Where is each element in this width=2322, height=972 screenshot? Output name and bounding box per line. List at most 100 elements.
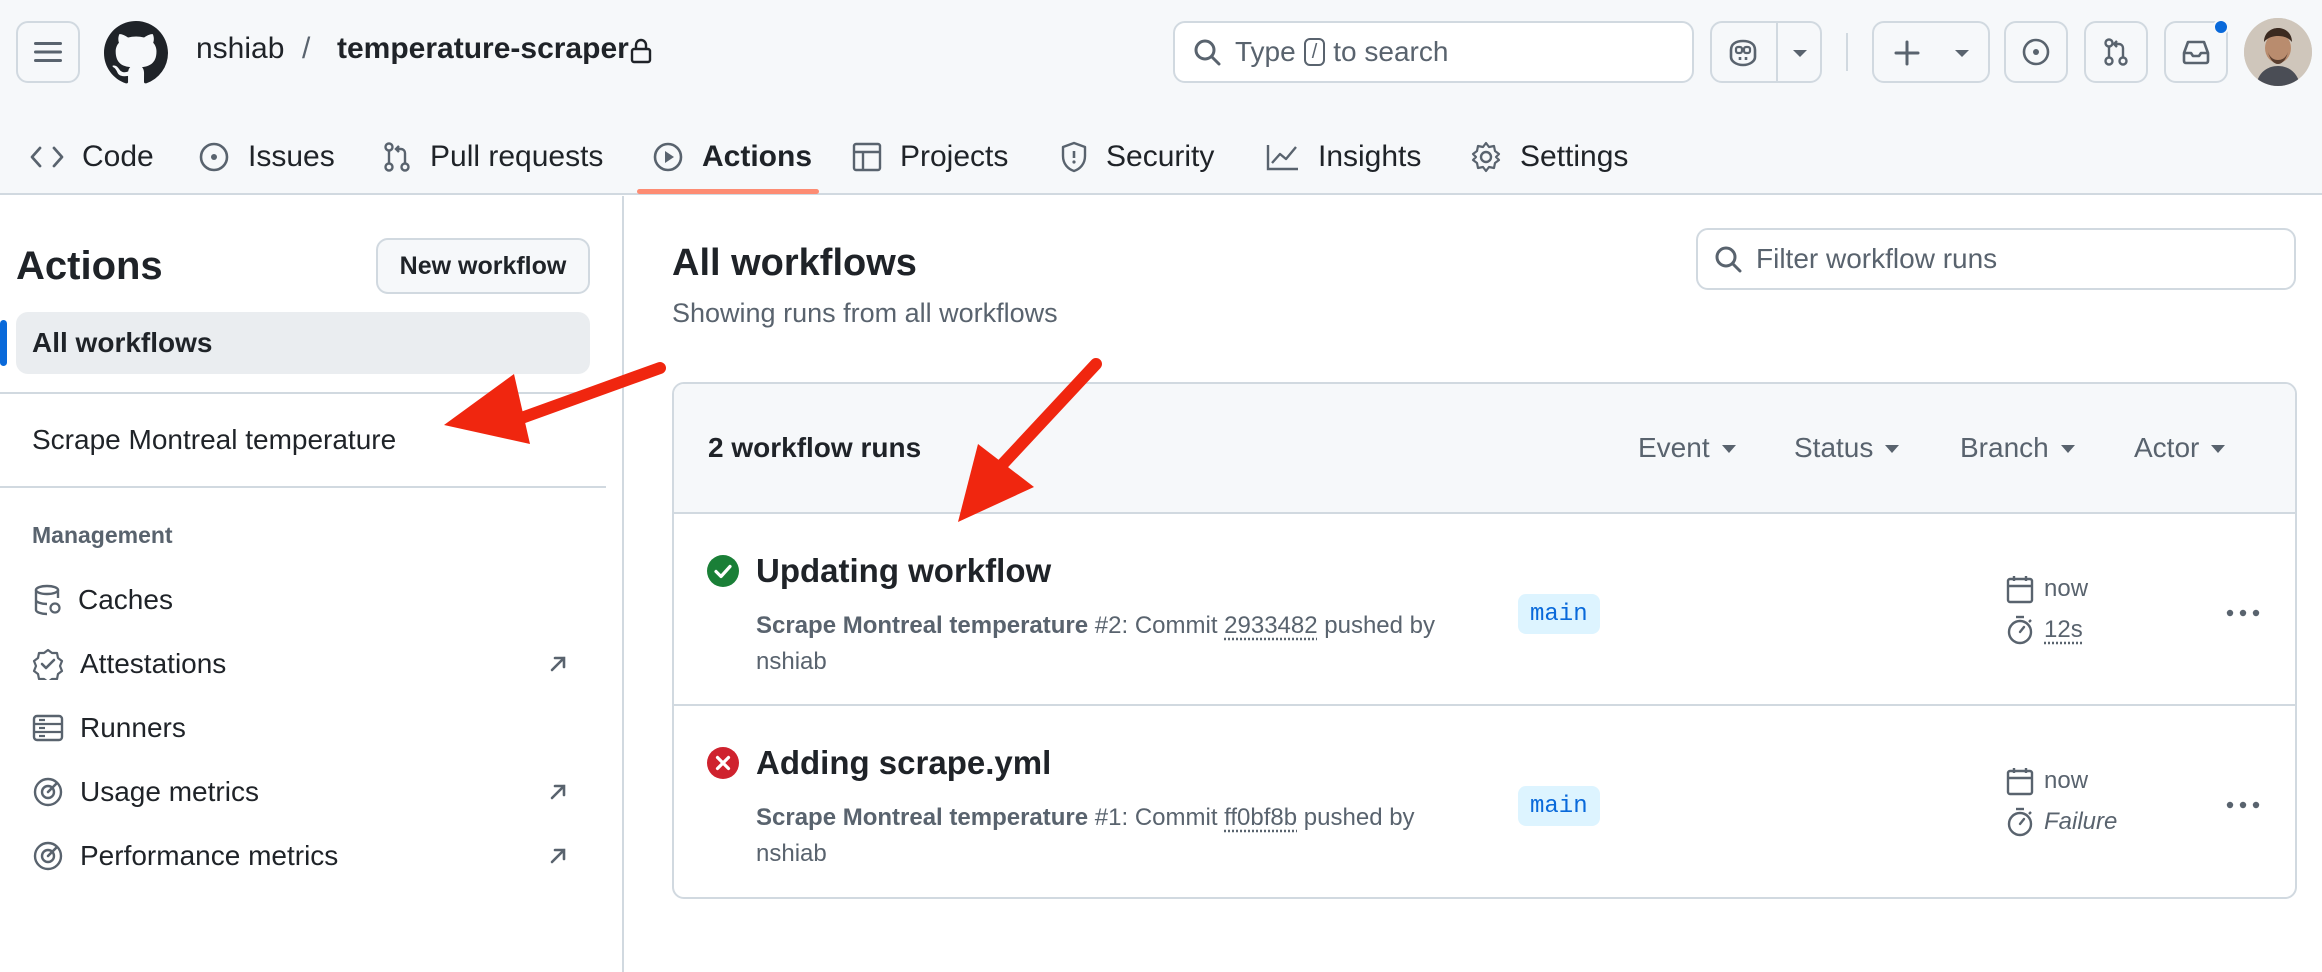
create-new-button[interactable] bbox=[1872, 21, 1990, 83]
repo-name-link[interactable]: temperature-scraper bbox=[337, 32, 629, 66]
run-number: #1 bbox=[1094, 804, 1122, 831]
management-heading: Management bbox=[32, 522, 173, 548]
run-workflow-name: Scrape Montreal temperature bbox=[756, 804, 1089, 831]
sidebar-item-usage-metrics[interactable]: Usage metrics bbox=[32, 772, 259, 812]
github-logo-icon[interactable] bbox=[104, 21, 168, 85]
external-link-icon bbox=[550, 656, 566, 672]
sidebar-item-performance-metrics[interactable]: Performance metrics bbox=[32, 836, 338, 876]
search-icon bbox=[1715, 246, 1742, 273]
workflow-run-row[interactable]: Adding scrape.yml Scrape Montreal temper… bbox=[674, 706, 2295, 897]
workflow-run-row[interactable]: Updating workflow Scrape Montreal temper… bbox=[674, 514, 2295, 706]
filter-runs-input[interactable]: Filter workflow runs bbox=[1696, 228, 2296, 290]
menu-button[interactable] bbox=[16, 21, 80, 83]
run-duration: Failure bbox=[2006, 806, 2117, 838]
tab-issues[interactable]: Issues bbox=[198, 118, 335, 195]
stopwatch-icon bbox=[2007, 615, 2033, 645]
selected-item-indicator bbox=[0, 320, 7, 366]
gear-icon bbox=[1471, 141, 1501, 172]
repo-nav: Code Issues Pull requests Actions Projec… bbox=[0, 118, 2322, 195]
avatar-image bbox=[2244, 18, 2312, 86]
run-title-link[interactable]: Updating workflow bbox=[756, 552, 1051, 590]
branch-filter-dropdown[interactable]: Branch bbox=[1960, 432, 2075, 464]
your-pull-requests-button[interactable] bbox=[2084, 21, 2148, 83]
commit-sha-link[interactable]: ff0bf8b bbox=[1224, 804, 1297, 831]
copilot-icon bbox=[1729, 39, 1757, 67]
sidebar-divider-line bbox=[0, 486, 606, 488]
header-divider bbox=[1846, 33, 1848, 71]
global-search-input[interactable]: Type / to search bbox=[1173, 21, 1694, 83]
tab-actions[interactable]: Actions bbox=[652, 118, 812, 195]
hamburger-icon bbox=[34, 42, 62, 62]
sidebar-divider-line bbox=[0, 392, 606, 394]
sidebar-divider bbox=[622, 196, 624, 972]
tab-code[interactable]: Code bbox=[30, 118, 154, 195]
commit-sha-link[interactable]: 2933482 bbox=[1224, 612, 1317, 639]
run-workflow-name: Scrape Montreal temperature bbox=[756, 612, 1089, 639]
table-icon bbox=[852, 142, 882, 171]
external-link-icon bbox=[550, 848, 566, 864]
caret-down-icon bbox=[1885, 445, 1900, 453]
run-actor: nshiab bbox=[756, 840, 827, 867]
annotation-arrow bbox=[444, 362, 666, 444]
tab-settings[interactable]: Settings bbox=[1470, 118, 1628, 195]
runs-count: 2 workflow runs bbox=[708, 432, 922, 463]
x-circle-icon bbox=[707, 747, 739, 779]
run-pushed-by: pushed by bbox=[1324, 612, 1436, 639]
run-meta: Scrape Montreal temperature #2: Commit 2… bbox=[756, 608, 1496, 680]
meter-icon bbox=[33, 777, 63, 807]
branch-label[interactable]: main bbox=[1518, 786, 1600, 826]
run-duration: 12s bbox=[2006, 614, 2083, 646]
calendar-icon bbox=[2006, 768, 2034, 796]
tab-security[interactable]: Security bbox=[1060, 118, 1214, 195]
play-icon bbox=[653, 142, 683, 171]
chevron-down-icon[interactable] bbox=[1792, 49, 1808, 59]
sidebar-item-caches[interactable]: Caches bbox=[32, 580, 173, 620]
run-number: #2 bbox=[1094, 612, 1122, 639]
unread-notification-dot bbox=[2213, 19, 2229, 35]
user-avatar[interactable] bbox=[2244, 18, 2312, 86]
copilot-button[interactable] bbox=[1710, 21, 1822, 83]
run-commit-prefix: : Commit bbox=[1121, 804, 1218, 831]
status-filter-dropdown[interactable]: Status bbox=[1794, 432, 1900, 464]
search-icon bbox=[1194, 39, 1221, 66]
new-workflow-button[interactable]: New workflow bbox=[376, 238, 590, 294]
sidebar-item-all-workflows[interactable]: All workflows bbox=[16, 312, 590, 374]
repo-owner-link[interactable]: nshiab bbox=[196, 32, 284, 66]
sidebar-item-runners[interactable]: Runners bbox=[32, 708, 186, 748]
caret-down-icon bbox=[2211, 445, 2226, 453]
graph-icon bbox=[1266, 144, 1298, 170]
actor-filter-dropdown[interactable]: Actor bbox=[2134, 432, 2226, 464]
page-subtitle: Showing runs from all workflows bbox=[672, 298, 1058, 328]
copilot-split-divider bbox=[1776, 23, 1778, 81]
issue-icon bbox=[2022, 38, 2050, 66]
sidebar-item-attestations[interactable]: Attestations bbox=[32, 644, 226, 684]
check-circle-icon bbox=[707, 555, 739, 587]
run-options-button[interactable] bbox=[2220, 590, 2266, 636]
sidebar-title: Actions bbox=[16, 244, 163, 288]
kebab-horizontal-icon bbox=[2226, 801, 2260, 809]
run-options-button[interactable] bbox=[2220, 782, 2266, 828]
code-icon bbox=[30, 146, 64, 167]
tab-pull-requests[interactable]: Pull requests bbox=[382, 118, 603, 195]
run-time: now bbox=[2006, 766, 2088, 796]
top-header: nshiab / temperature-scraper Type / to s… bbox=[0, 0, 2322, 195]
run-pushed-by: pushed by bbox=[1303, 804, 1415, 831]
run-title-link[interactable]: Adding scrape.yml bbox=[756, 744, 1051, 782]
external-link-icon bbox=[550, 784, 566, 800]
sidebar-item-workflow[interactable]: Scrape Montreal temperature bbox=[32, 424, 396, 456]
tab-insights[interactable]: Insights bbox=[1266, 118, 1421, 195]
tab-projects[interactable]: Projects bbox=[852, 118, 1008, 195]
chevron-down-icon bbox=[1955, 50, 1969, 57]
calendar-icon bbox=[2006, 576, 2034, 604]
stopwatch-icon bbox=[2007, 807, 2033, 837]
filter-placeholder: Filter workflow runs bbox=[1756, 243, 1998, 274]
your-issues-button[interactable] bbox=[2004, 21, 2068, 83]
search-prefix: Type bbox=[1235, 36, 1296, 67]
shield-icon bbox=[1061, 141, 1087, 172]
verified-icon bbox=[32, 648, 64, 680]
event-filter-dropdown[interactable]: Event bbox=[1638, 432, 1736, 464]
caret-down-icon bbox=[2060, 445, 2075, 453]
kebab-horizontal-icon bbox=[2226, 609, 2260, 617]
run-commit-prefix: : Commit bbox=[1121, 612, 1218, 639]
branch-label[interactable]: main bbox=[1518, 594, 1600, 634]
